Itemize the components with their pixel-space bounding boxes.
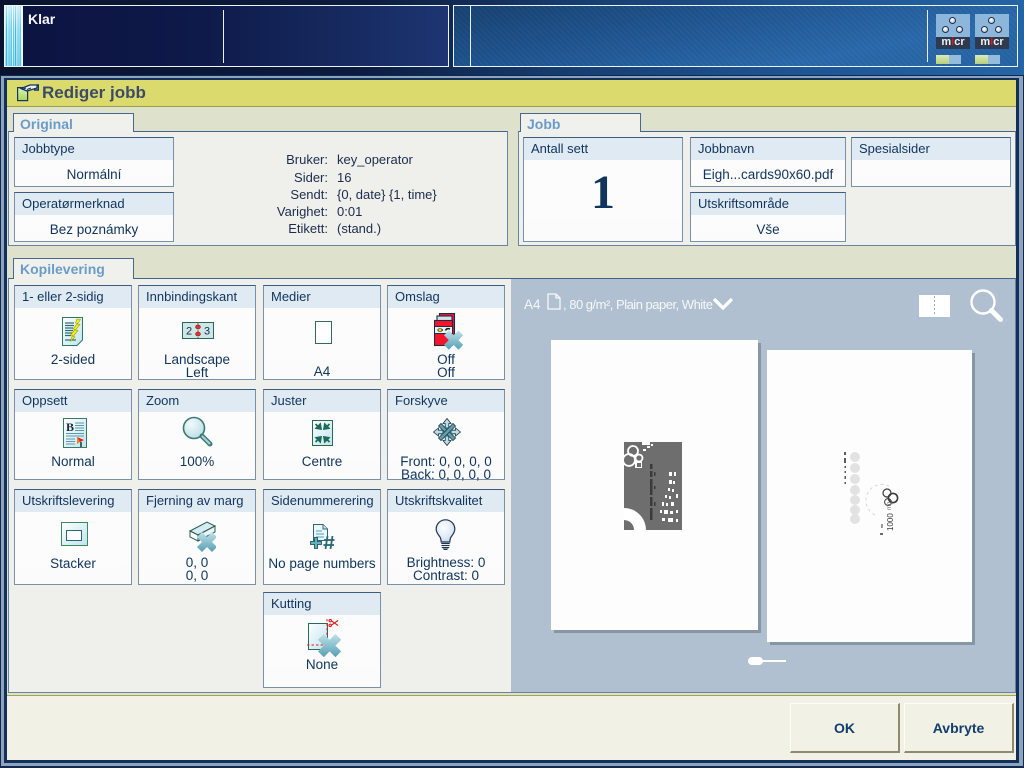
svg-text:2: 2 — [186, 326, 192, 338]
svg-text:mg: mg — [887, 502, 893, 510]
svg-text:1000: 1000 — [886, 513, 895, 531]
svg-text:B: B — [66, 420, 74, 434]
svg-text:3: 3 — [204, 326, 210, 338]
